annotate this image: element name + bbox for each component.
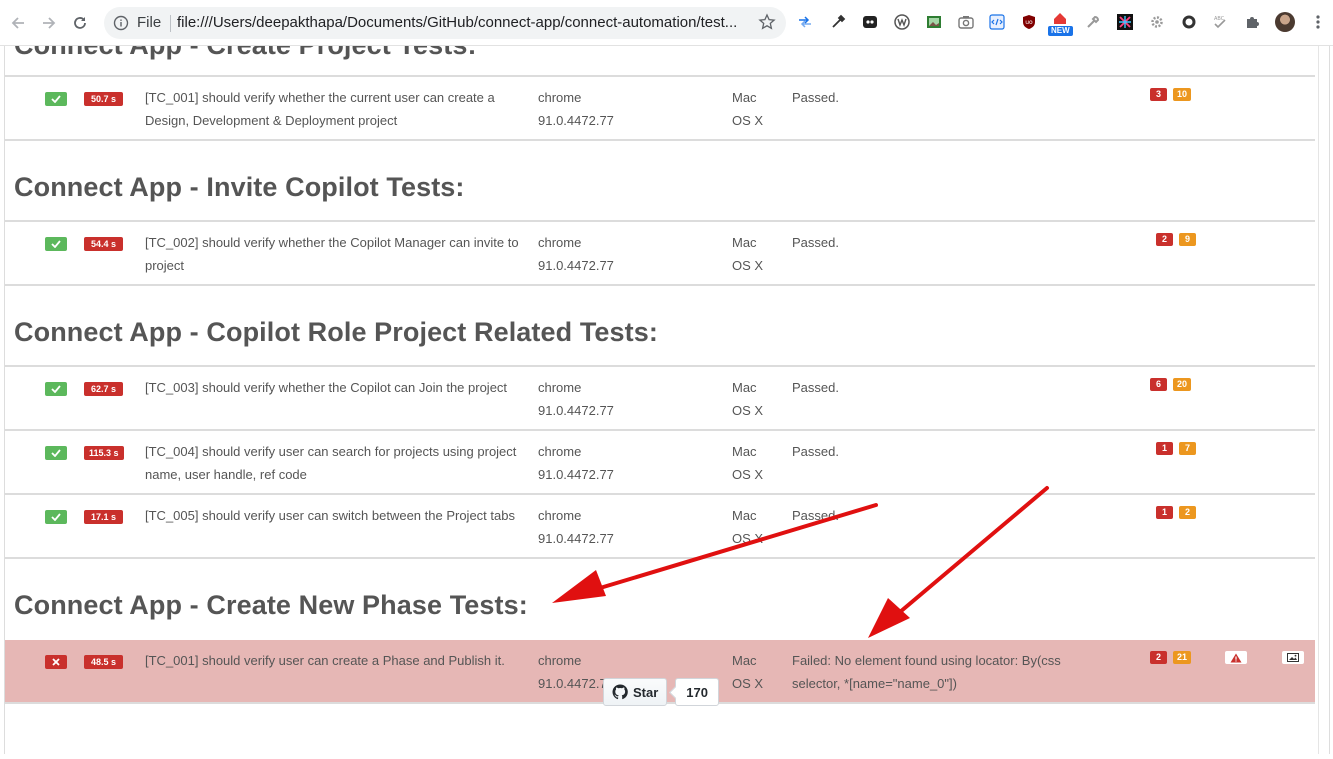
wrench-icon[interactable]	[1084, 13, 1102, 31]
circle-icon[interactable]	[1180, 13, 1198, 31]
test-title: [TC_004] should verify user can search f…	[145, 444, 517, 482]
test-row[interactable]: 62.7 s [TC_003] should verify whether th…	[5, 367, 1315, 429]
info-icon[interactable]	[113, 15, 129, 36]
profile-avatar[interactable]	[1275, 12, 1295, 32]
code-icon[interactable]	[988, 13, 1006, 31]
svg-text:uo: uo	[1025, 19, 1033, 26]
duration-badge: 115.3 s	[84, 446, 124, 460]
scheme-separator	[170, 15, 171, 32]
warn-count-badge[interactable]: 10	[1173, 88, 1192, 101]
warn-count-badge[interactable]: 9	[1179, 233, 1196, 246]
passed-status-icon	[45, 446, 67, 460]
section-title: Connect App - Create New Phase Tests:	[14, 590, 528, 620]
new-extension-icon[interactable]	[1051, 9, 1069, 27]
section-title: Connect App - Invite Copilot Tests:	[14, 172, 465, 202]
wappalyzer-icon[interactable]	[893, 13, 911, 31]
bitmoji-icon[interactable]	[861, 13, 879, 31]
duration-badge: 62.7 s	[84, 382, 123, 396]
test-result: Passed.	[792, 380, 839, 395]
address-bar[interactable]: File file:///Users/deepakthapa/Documents…	[104, 7, 786, 39]
section-title: Connect App - Copilot Role Project Relat…	[14, 317, 658, 347]
browser-toolbar: File file:///Users/deepakthapa/Documents…	[0, 0, 1333, 46]
error-count-badge[interactable]: 3	[1150, 88, 1167, 101]
warn-count-badge[interactable]: 21	[1173, 651, 1192, 664]
error-count-badge[interactable]: 1	[1156, 506, 1173, 519]
passed-status-icon	[45, 510, 67, 524]
test-browser: chrome 91.0.4472.77	[538, 508, 614, 546]
row-divider	[5, 284, 1315, 286]
test-row[interactable]: 17.1 s [TC_005] should verify user can s…	[5, 495, 1315, 557]
error-count-badge[interactable]: 2	[1150, 651, 1167, 664]
error-count-badge[interactable]: 1	[1156, 442, 1173, 455]
star-label: Star	[633, 684, 659, 700]
test-title: [TC_003] should verify whether the Copil…	[145, 380, 508, 395]
duration-badge: 54.4 s	[84, 237, 123, 251]
error-count-badge[interactable]: 2	[1156, 233, 1173, 246]
test-os: Mac OS X	[732, 508, 764, 546]
github-star-widget: Star 170	[603, 678, 719, 706]
test-row[interactable]: 54.4 s [TC_002] should verify whether th…	[5, 222, 1315, 284]
test-title: [TC_002] should verify whether the Copil…	[145, 235, 519, 273]
duration-badge: 17.1 s	[84, 510, 123, 524]
test-browser: chrome 91.0.4472.77	[538, 444, 614, 482]
arrows-icon[interactable]	[796, 13, 814, 31]
section-title: Connect App - Create Project Tests:	[14, 46, 477, 61]
bookmark-star-icon[interactable]	[758, 13, 776, 36]
test-result: Passed.	[792, 444, 839, 459]
image-icon[interactable]	[925, 13, 943, 31]
duration-badge: 48.5 s	[84, 655, 123, 669]
duration-badge: 50.7 s	[84, 92, 123, 106]
new-badge: NEW	[1048, 26, 1073, 36]
forward-button[interactable]	[37, 11, 61, 35]
eyedropper-icon[interactable]	[829, 13, 847, 31]
passed-status-icon	[45, 237, 67, 251]
test-row[interactable]: 50.7 s [TC_001] should verify whether th…	[5, 77, 1315, 139]
table-edge	[1318, 46, 1319, 754]
test-title: [TC_001] should verify whether the curre…	[145, 90, 495, 128]
report-page: Connect App - Create Project Tests: 50.7…	[4, 46, 1330, 754]
test-title: [TC_005] should verify user can switch b…	[145, 508, 515, 523]
test-browser: chrome 91.0.4472.77	[538, 380, 614, 418]
star-button[interactable]: Star	[603, 678, 668, 706]
test-browser: chrome 91.0.4472.77	[538, 235, 614, 273]
scheme-label: File	[137, 14, 162, 31]
url-text[interactable]: file:///Users/deepakthapa/Documents/GitH…	[177, 14, 737, 31]
camera-icon[interactable]	[957, 13, 975, 31]
row-divider	[5, 139, 1315, 141]
test-os: Mac OS X	[732, 235, 764, 273]
row-divider	[5, 557, 1315, 559]
back-button[interactable]	[6, 11, 30, 35]
passed-status-icon	[45, 382, 67, 396]
test-browser: chrome 91.0.4472.77	[538, 90, 614, 128]
pinwheel-icon[interactable]	[1116, 13, 1134, 31]
gear-icon[interactable]	[1148, 13, 1166, 31]
spellcheck-icon[interactable]: ABC	[1211, 13, 1229, 31]
test-os: Mac OS X	[732, 653, 764, 691]
test-os: Mac OS X	[732, 380, 764, 418]
test-row[interactable]: 115.3 s [TC_004] should verify user can …	[5, 431, 1315, 493]
failed-status-icon	[45, 655, 67, 669]
test-os: Mac OS X	[732, 444, 764, 482]
github-icon	[612, 684, 628, 700]
warn-count-badge[interactable]: 7	[1179, 442, 1196, 455]
warning-icon[interactable]	[1225, 651, 1247, 664]
error-count-badge[interactable]: 6	[1150, 378, 1167, 391]
screenshot-icon[interactable]	[1282, 651, 1304, 664]
warn-count-badge[interactable]: 20	[1173, 378, 1192, 391]
test-title: [TC_001] should verify user can create a…	[145, 653, 505, 668]
passed-status-icon	[45, 92, 67, 106]
test-result: Passed.	[792, 508, 839, 523]
test-os: Mac OS X	[732, 90, 764, 128]
warn-count-badge[interactable]: 2	[1179, 506, 1196, 519]
puzzle-icon[interactable]	[1243, 13, 1261, 31]
test-result: Passed.	[792, 235, 839, 250]
menu-dots-icon[interactable]	[1309, 13, 1327, 31]
reload-button[interactable]	[68, 11, 92, 35]
test-result: Passed.	[792, 90, 839, 105]
star-count[interactable]: 170	[675, 678, 719, 706]
ublock-icon[interactable]: uo	[1020, 13, 1038, 31]
test-result: Failed: No element found using locator: …	[792, 653, 1061, 691]
